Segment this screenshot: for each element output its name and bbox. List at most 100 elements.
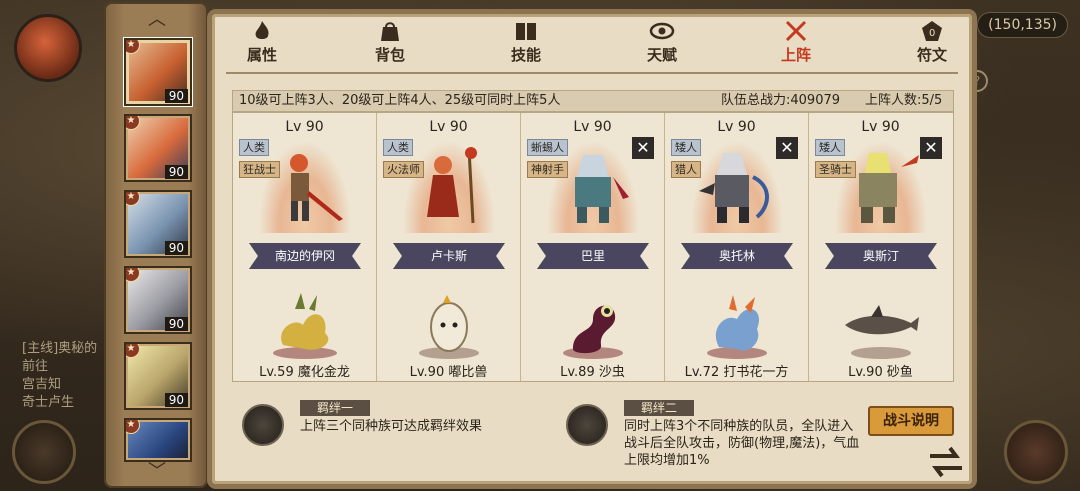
quest-line: 宫吉知 bbox=[22, 377, 62, 392]
pet-figure bbox=[419, 295, 479, 359]
flame-icon bbox=[255, 21, 269, 39]
tab-bag[interactable]: 背包 bbox=[360, 20, 420, 66]
bond-two-icon bbox=[566, 404, 608, 446]
pet-name: Lv.90 砂鱼 bbox=[848, 365, 913, 380]
rune-icon: 0 bbox=[922, 21, 942, 41]
class-badge-icon: ★ bbox=[126, 344, 140, 358]
quest-line: [主线]奥秘的 bbox=[22, 341, 98, 356]
bond-title: 羁绊一 bbox=[300, 400, 370, 416]
member-level: Lv 90 bbox=[861, 119, 900, 135]
pet-name: Lv.90 嘟比兽 bbox=[409, 365, 488, 380]
bond-description: 同时上阵3个不同种族的队员，全队进入 战斗后全队攻击，防御(物理,魔法)，气血 … bbox=[624, 418, 874, 469]
hero-slot[interactable]: ★ 90 bbox=[124, 266, 192, 334]
tab-lineup[interactable]: 上阵 bbox=[766, 20, 826, 66]
pet-figure bbox=[563, 305, 623, 359]
remove-member-button[interactable]: ✕ bbox=[920, 137, 942, 159]
bond-title: 羁绊二 bbox=[624, 400, 694, 416]
tab-label: 上阵 bbox=[780, 46, 811, 64]
member-level: Lv 90 bbox=[573, 119, 612, 135]
remove-member-button[interactable]: ✕ bbox=[776, 137, 798, 159]
team-member-card[interactable]: Lv 90 矮人 圣骑士 ✕ 奥斯汀 Lv.90 砂鱼 bbox=[809, 113, 952, 381]
hero-figure bbox=[427, 147, 477, 224]
tab-bar: 属性 背包 技能 天赋 上阵 0 符文 bbox=[212, 14, 972, 70]
member-name: 南边的伊冈 bbox=[249, 243, 361, 269]
bond-one-icon bbox=[242, 404, 284, 446]
hero-figure bbox=[575, 155, 629, 223]
hero-level: 90 bbox=[164, 393, 188, 407]
eye-icon bbox=[649, 22, 675, 40]
quest-line: 奇士卢生 bbox=[22, 395, 75, 410]
team-member-card[interactable]: Lv 90 矮人 猎人 ✕ 奥托林 Lv.72 打书花一方 bbox=[665, 113, 809, 381]
hero-level: 90 bbox=[164, 241, 188, 255]
class-badge-icon: ★ bbox=[126, 268, 140, 282]
pet-figure bbox=[273, 293, 337, 359]
lineup-requirement: 10级可上阵3人、20级可上阵4人、25级可同时上阵5人 bbox=[239, 93, 561, 108]
hero-level: 90 bbox=[164, 89, 188, 103]
bond-one: 羁绊一 上阵三个同种族可达成羁绊效果 bbox=[242, 400, 542, 460]
member-level: Lv 90 bbox=[285, 119, 324, 135]
team-member-card[interactable]: Lv 90 蜥蜴人 神射手 ✕ 巴里 Lv.89 沙虫 bbox=[521, 113, 665, 381]
hero-level: 90 bbox=[164, 165, 188, 179]
hero-slot[interactable]: ★ bbox=[124, 418, 192, 462]
tab-talent[interactable]: 天赋 bbox=[632, 20, 692, 66]
quest-line: 前往 bbox=[22, 359, 49, 374]
hero-slot[interactable]: ★ 90 bbox=[124, 342, 192, 410]
tab-attributes[interactable]: 属性 bbox=[232, 20, 292, 66]
bond-description: 上阵三个同种族可达成羁绊效果 bbox=[300, 419, 483, 434]
hero-level: 90 bbox=[164, 317, 188, 331]
pet-name: Lv.59 魔化金龙 bbox=[259, 365, 350, 380]
hero-figure bbox=[699, 153, 769, 223]
scroll-down-icon[interactable]: ﹀ bbox=[148, 463, 166, 481]
team-lineup: Lv 90 人类 狂战士 南边的伊冈 Lv.59 魔化金龙 Lv 90 人类 火… bbox=[232, 112, 954, 382]
team-panel: 属性 背包 技能 天赋 上阵 0 符文 10级可上阵3人、20级可上阵4人、25… bbox=[212, 14, 972, 484]
battle-explain-button[interactable]: 战斗说明 bbox=[868, 406, 954, 436]
class-badge-icon: ★ bbox=[126, 192, 140, 206]
crossed-swords-icon bbox=[785, 20, 807, 42]
home-button[interactable] bbox=[1004, 420, 1068, 484]
pet-name: Lv.72 打书花一方 bbox=[684, 365, 789, 380]
tab-label: 符文 bbox=[916, 46, 947, 64]
pet-figure bbox=[845, 305, 919, 359]
member-level: Lv 90 bbox=[717, 119, 756, 135]
team-member-card[interactable]: Lv 90 人类 狂战士 南边的伊冈 Lv.59 魔化金龙 bbox=[233, 113, 377, 381]
pet-name: Lv.89 沙虫 bbox=[560, 365, 625, 380]
bond-desc-line: 同时上阵3个不同种族的队员，全队进入 bbox=[624, 419, 854, 434]
bond-desc-line: 战斗后全队攻击，防御(物理,魔法)，气血 bbox=[624, 436, 860, 451]
class-badge-icon: ★ bbox=[126, 420, 140, 434]
tab-label: 技能 bbox=[510, 46, 541, 64]
scroll-up-icon[interactable]: ︿ bbox=[148, 11, 166, 29]
member-name: 卢卡斯 bbox=[393, 243, 505, 269]
tab-runes[interactable]: 0 符文 bbox=[902, 20, 962, 66]
pet-figure bbox=[707, 295, 767, 359]
member-name: 奥斯汀 bbox=[825, 243, 937, 269]
member-level: Lv 90 bbox=[429, 119, 468, 135]
map-coordinates: (150,135) bbox=[977, 12, 1068, 38]
quest-tracker[interactable]: [主线]奥秘的 前往 宫吉知 奇士卢生 bbox=[22, 340, 112, 412]
hero-figure bbox=[290, 154, 343, 221]
team-power: 队伍总战力:409079 bbox=[721, 93, 841, 108]
hero-strip: ︿ ★ 90 ★ 90 ★ 90 ★ 90 ★ 90 ★ ﹀ bbox=[104, 2, 208, 488]
svg-text:0: 0 bbox=[929, 28, 935, 39]
class-badge-icon: ★ bbox=[126, 116, 140, 130]
player-avatar[interactable] bbox=[14, 14, 82, 82]
hero-slot[interactable]: ★ 90 bbox=[124, 114, 192, 182]
book-icon bbox=[516, 23, 536, 40]
member-name: 巴里 bbox=[537, 243, 649, 269]
bond-desc-line: 上限均增加1% bbox=[624, 453, 710, 468]
hero-slot[interactable]: ★ 90 bbox=[124, 190, 192, 258]
tab-divider bbox=[226, 72, 958, 74]
member-name: 奥托林 bbox=[681, 243, 793, 269]
tab-skills[interactable]: 技能 bbox=[496, 20, 556, 66]
bond-two: 羁绊二 同时上阵3个不同种族的队员，全队进入 战斗后全队攻击，防御(物理,魔法)… bbox=[566, 400, 866, 480]
team-info-bar: 10级可上阵3人、20级可上阵4人、25级可同时上阵5人 队伍总战力:40907… bbox=[232, 90, 954, 112]
swap-arrows-icon[interactable] bbox=[924, 442, 968, 482]
team-count: 上阵人数:5/5 bbox=[865, 93, 943, 108]
tab-label: 属性 bbox=[246, 46, 277, 64]
skill-button[interactable] bbox=[12, 420, 76, 484]
class-badge-icon: ★ bbox=[126, 40, 140, 54]
hero-slot[interactable]: ★ 90 bbox=[124, 38, 192, 106]
hero-figure bbox=[859, 153, 919, 223]
team-member-card[interactable]: Lv 90 人类 火法师 卢卡斯 Lv.90 嘟比兽 bbox=[377, 113, 521, 381]
remove-member-button[interactable]: ✕ bbox=[632, 137, 654, 159]
tab-label: 背包 bbox=[374, 46, 405, 64]
